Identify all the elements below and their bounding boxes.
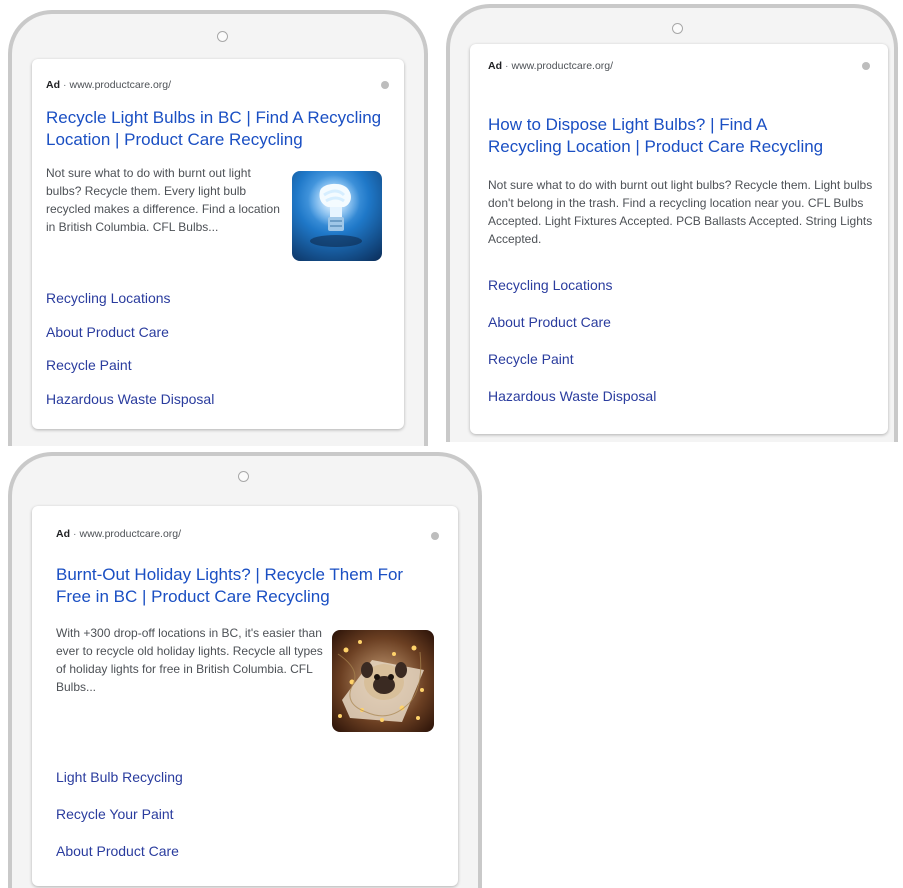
ad-headline[interactable]: How to Dispose Light Bulbs? | Find A Rec… [488, 114, 883, 158]
ad-label: Ad [46, 79, 60, 91]
ad-headline[interactable]: Burnt-Out Holiday Lights? | Recycle Them… [56, 564, 451, 608]
sitelink-about-product-care[interactable]: About Product Care [56, 842, 179, 860]
headline-line-2[interactable]: Free in BC | Product Care Recycling [56, 586, 451, 608]
sitelink-recycling-locations[interactable]: Recycling Locations [46, 289, 171, 307]
phone-frame-2: Ad · www.productcare.org/ How to Dispose L… [446, 4, 898, 442]
sitelink-hazardous-waste-disposal[interactable]: Hazardous Waste Disposal [488, 387, 656, 405]
sitelink-recycle-paint[interactable]: Recycle Paint [488, 350, 574, 368]
sitelink-recycle-your-paint[interactable]: Recycle Your Paint [56, 805, 174, 823]
ad-description: With +300 drop-off locations in BC, it's… [56, 626, 323, 694]
pug-holiday-lights-image[interactable] [332, 630, 434, 732]
camera-icon [238, 471, 249, 482]
ad-card-3: Ad · www.productcare.org/ Burnt-Out Holida… [32, 506, 458, 886]
separator-dot: · [505, 60, 509, 72]
ad-label: Ad [488, 60, 502, 72]
light-bulb-image[interactable] [292, 171, 382, 261]
ad-header: Ad · www.productcare.org/ [46, 79, 171, 91]
ad-header: Ad · www.productcare.org/ [56, 528, 181, 540]
sitelink-about-product-care[interactable]: About Product Care [488, 313, 611, 331]
sitelink-about-product-care[interactable]: About Product Care [46, 323, 169, 341]
ad-card-2: Ad · www.productcare.org/ How to Dispose L… [470, 44, 888, 434]
info-icon[interactable] [381, 81, 389, 89]
ad-label: Ad [56, 528, 70, 540]
headline-line-2[interactable]: Location | Product Care Recycling [46, 129, 396, 151]
ad-description: Not sure what to do with burnt out light… [488, 178, 873, 246]
sitelink-recycle-paint[interactable]: Recycle Paint [46, 356, 132, 374]
info-icon[interactable] [862, 62, 870, 70]
ad-card-1: Ad · www.productcare.org/ Recycle Light Bu… [32, 59, 404, 429]
display-url[interactable]: www.productcare.org/ [512, 60, 614, 72]
camera-icon [672, 23, 683, 34]
ad-header: Ad · www.productcare.org/ [488, 60, 613, 72]
headline-line-1[interactable]: How to Dispose Light Bulbs? | Find A [488, 114, 883, 136]
phone-frame-3: Ad · www.productcare.org/ Burnt-Out Holida… [8, 452, 482, 888]
sitelink-light-bulb-recycling[interactable]: Light Bulb Recycling [56, 768, 183, 786]
separator-dot: · [73, 528, 77, 540]
display-url[interactable]: www.productcare.org/ [70, 79, 172, 91]
sitelink-recycling-locations[interactable]: Recycling Locations [488, 276, 613, 294]
phone-frame-1: Ad · www.productcare.org/ Recycle Light Bu… [8, 10, 428, 446]
display-url[interactable]: www.productcare.org/ [80, 528, 182, 540]
ad-headline[interactable]: Recycle Light Bulbs in BC | Find A Recyc… [46, 107, 396, 151]
ad-description: Not sure what to do with burnt out light… [46, 166, 280, 234]
headline-line-2[interactable]: Recycling Location | Product Care Recycl… [488, 136, 883, 158]
separator-dot: · [63, 79, 67, 91]
sitelink-hazardous-waste-disposal[interactable]: Hazardous Waste Disposal [46, 390, 214, 408]
headline-line-1[interactable]: Burnt-Out Holiday Lights? | Recycle Them… [56, 564, 451, 586]
headline-line-1[interactable]: Recycle Light Bulbs in BC | Find A Recyc… [46, 107, 396, 129]
info-icon[interactable] [431, 532, 439, 540]
camera-icon [217, 31, 228, 42]
